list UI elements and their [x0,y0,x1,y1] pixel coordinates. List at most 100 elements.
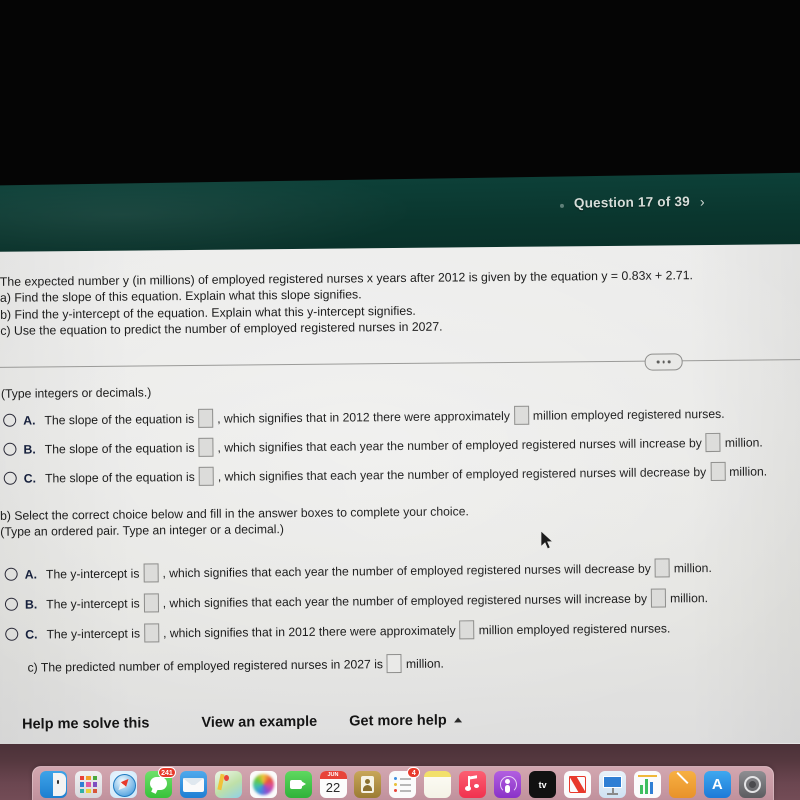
choice-text-3: million. [670,590,709,605]
choice-text-3: million. [724,435,763,450]
messages-icon[interactable]: 241 [144,767,176,798]
answer-input-box[interactable] [143,623,160,643]
answer-input-box[interactable] [513,405,529,425]
choice-text-2: , which signifies that each year the num… [217,435,702,455]
header-bullet-icon [559,203,565,208]
get-more-help-button[interactable]: Get more help [349,712,462,729]
calendar-month: JUN [319,771,347,779]
answer-input-box[interactable] [705,432,721,453]
choice-text-3: million. [673,560,712,575]
problem-statement: The expected number y (in millions) of e… [0,266,790,339]
part-a-hint: (Type integers or decimals.) [0,385,152,401]
choice-text-1: The y-intercept is [45,566,140,581]
answer-input-box[interactable] [143,593,159,613]
answer-input-box[interactable] [143,563,159,583]
macos-dock[interactable]: 241 JUN 22 4 tv A [32,766,774,800]
photos-icon[interactable] [249,771,277,798]
radio-button-icon[interactable] [3,471,17,485]
choice-text-2: , which signifies that each year the num… [217,464,707,484]
launchpad-icon[interactable] [74,771,102,798]
maps-icon[interactable] [214,771,242,798]
next-question-arrow-icon[interactable]: › [700,193,705,209]
choice-text-1: The y-intercept is [46,596,140,611]
numbers-icon[interactable] [633,771,661,798]
choice-text-2: , which signifies that in 2012 there wer… [162,622,456,640]
choice-text-3: million employed registered nurses. [532,406,725,423]
safari-icon[interactable] [109,771,137,798]
podcasts-icon[interactable] [494,771,522,798]
choice-letter: C. [23,470,37,486]
overflow-menu-button[interactable] [644,353,683,371]
choice-text-2: , which signifies that in 2012 there wer… [217,408,510,426]
choice-text-2: , which signifies that each year the num… [162,591,648,610]
radio-button-icon[interactable] [5,627,19,641]
part-c-row: c) The predicted number of employed regi… [27,653,444,677]
view-an-example-link[interactable]: View an example [201,714,317,731]
calendar-day: 22 [325,780,341,795]
pages-icon[interactable] [668,771,696,798]
radio-button-icon[interactable] [3,413,17,427]
part-b-choice-a[interactable]: A. The y-intercept is , which signifies … [4,558,712,584]
mouse-cursor-icon [540,530,554,550]
ellipsis-dot-3-icon [667,360,671,364]
system-settings-icon[interactable] [738,771,766,798]
choice-letter: C. [25,626,38,642]
part-b-choice-b[interactable]: B. The y-intercept is , which signifies … [4,588,709,614]
radio-button-icon[interactable] [4,567,18,581]
answer-input-box[interactable] [710,461,726,482]
part-a-choice-b[interactable]: B. The slope of the equation is , which … [3,432,763,459]
news-icon[interactable] [564,771,592,798]
part-a-choice-c[interactable]: C. The slope of the equation is , which … [3,461,768,487]
choice-text-1: The slope of the equation is [44,411,195,427]
choice-letter: B. [23,441,36,457]
messages-badge: 241 [158,767,176,778]
choice-letter: B. [24,596,38,612]
answer-input-box[interactable] [198,408,214,428]
choice-letter: A. [23,412,36,428]
question-header: Question 17 of 39 › [559,191,800,221]
reminders-icon[interactable]: 4 [389,767,421,798]
answer-input-box[interactable] [650,588,667,608]
notes-icon[interactable] [424,771,452,798]
choice-text-3: million. [729,463,768,479]
finder-icon[interactable] [40,771,67,798]
question-counter: Question 17 of 39 [573,193,690,211]
facetime-icon[interactable] [284,771,312,798]
reminders-badge: 4 [407,767,421,778]
caret-up-icon [453,717,462,723]
choice-text-3: million employed registered nurses. [478,620,671,637]
part-c-text-2: million. [405,656,444,671]
music-icon[interactable] [459,771,487,798]
choice-text-1: The y-intercept is [46,626,141,641]
answer-input-box[interactable] [198,437,214,457]
part-c-text-1: c) The predicted number of employed regi… [27,656,384,675]
choice-text-2: , which signifies that each year the num… [162,561,651,580]
photo-of-screen: Question 17 of 39 › The expected number … [0,0,800,800]
ellipsis-dot-2-icon [662,360,665,364]
contacts-icon[interactable] [354,771,382,798]
get-more-help-label: Get more help [349,712,447,730]
answer-input-box[interactable] [459,620,475,640]
answer-input-box[interactable] [654,558,670,578]
part-b-hint: (Type an ordered pair. Type an integer o… [0,522,284,539]
appletv-icon[interactable]: tv [529,771,557,798]
part-b-choice-c[interactable]: C. The y-intercept is , which signifies … [5,618,670,643]
part-b-instruction: b) Select the correct choice below and f… [0,504,469,523]
help-me-solve-this-link[interactable]: Help me solve this [22,715,149,732]
calendar-icon[interactable]: JUN 22 [319,771,347,798]
radio-button-icon[interactable] [4,597,19,611]
app-store-icon[interactable]: A [703,771,731,798]
screen-bezel-top [0,0,800,196]
help-bar: Help me solve this View an example Get m… [2,697,800,745]
keynote-icon[interactable] [599,771,626,798]
choice-letter: A. [24,566,38,582]
part-a-choice-a[interactable]: A. The slope of the equation is , which … [3,404,725,430]
mail-icon[interactable] [179,771,207,798]
choice-text-1: The slope of the equation is [44,440,195,456]
radio-button-icon[interactable] [3,442,17,456]
choice-text-1: The slope of the equation is [44,469,195,485]
answer-input-box[interactable] [386,653,403,674]
answer-input-box[interactable] [198,466,214,486]
appletv-label: tv [538,779,547,790]
question-content: The expected number y (in millions) of e… [0,252,800,756]
